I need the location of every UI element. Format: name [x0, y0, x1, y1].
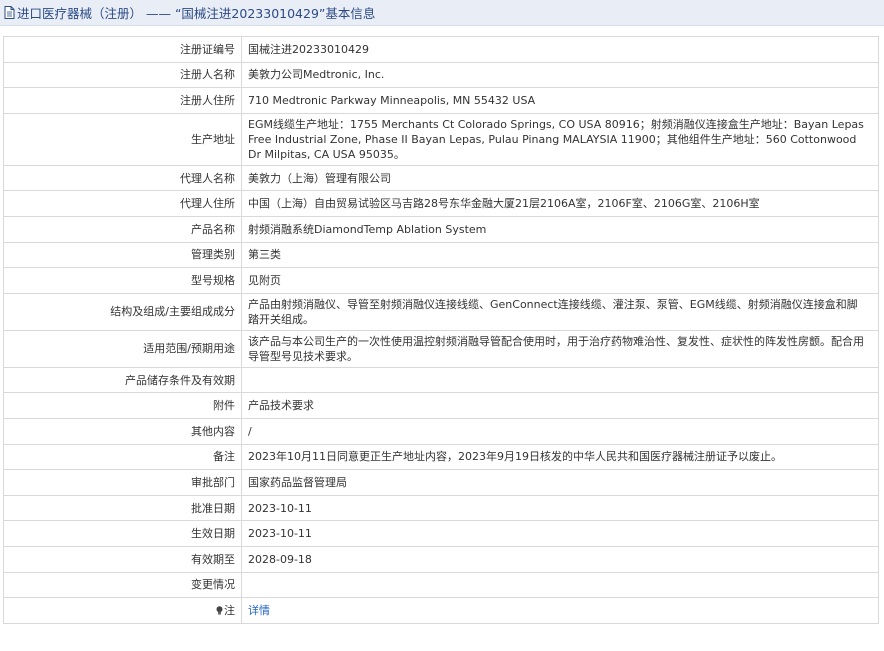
row-key: 代理人名称 — [3, 164, 242, 192]
row-key: 生效日期 — [3, 520, 242, 547]
table-row: 注册证编号 国械注进20233010429 — [3, 36, 879, 63]
row-key: 批准日期 — [3, 494, 242, 522]
row-value: 产品由射频消融仪、导管至射频消融仪连接线缆、GenConnect连接线缆、灌注泵… — [241, 292, 879, 331]
row-key: 注册证编号 — [3, 36, 242, 63]
row-key: 变更情况 — [3, 571, 242, 599]
row-value: 710 Medtronic Parkway Minneapolis, MN 55… — [241, 87, 879, 114]
row-key: 注册人名称 — [3, 61, 242, 89]
table-row: 变更情况 — [3, 571, 879, 599]
row-value: 第三类 — [241, 241, 879, 269]
table-row: 有效期至 2028-09-18 — [3, 545, 879, 573]
table-row: 附件 产品技术要求 — [3, 392, 879, 419]
row-key: 型号规格 — [3, 267, 242, 294]
row-key: 代理人住所 — [3, 190, 242, 217]
row-value: 详情 — [241, 597, 879, 624]
row-key: 产品名称 — [3, 215, 242, 243]
page-title: 进口医疗器械（注册） —— “国械注进20233010429”基本信息 — [17, 6, 376, 21]
row-value: / — [241, 417, 879, 445]
table-row: 产品储存条件及有效期 — [3, 366, 879, 394]
table-row: 型号规格 见附页 — [3, 267, 879, 294]
row-key: 产品储存条件及有效期 — [3, 366, 242, 394]
table-row: 生效日期 2023-10-11 — [3, 520, 879, 547]
row-value: 美敦力（上海）管理有限公司 — [241, 164, 879, 192]
row-key: 适用范围/预期用途 — [3, 329, 242, 368]
row-key: 有效期至 — [3, 545, 242, 573]
table-row: 批准日期 2023-10-11 — [3, 494, 879, 522]
row-value: 国家药品监督管理局 — [241, 469, 879, 496]
row-value — [241, 571, 879, 599]
lightbulb-icon — [216, 606, 223, 615]
table-row: 管理类别 第三类 — [3, 241, 879, 269]
table-row: 结构及组成/主要组成成分 产品由射频消融仪、导管至射频消融仪连接线缆、GenCon… — [3, 292, 879, 331]
row-key: 生产地址 — [3, 112, 242, 166]
row-value: 美敦力公司Medtronic, Inc. — [241, 61, 879, 89]
row-value: 2023年10月11日同意更正生产地址内容，2023年9月19日核发的中华人民共… — [241, 443, 879, 471]
row-value: 国械注进20233010429 — [241, 36, 879, 63]
row-key: 注册人住所 — [3, 87, 242, 114]
table-row: 备注 2023年10月11日同意更正生产地址内容，2023年9月19日核发的中华人… — [3, 443, 879, 471]
row-key: 管理类别 — [3, 241, 242, 269]
row-value: 2023-10-11 — [241, 494, 879, 522]
row-key: 注 — [3, 597, 242, 624]
table-row: 其他内容 / — [3, 417, 879, 445]
table-row: 代理人名称 美敦力（上海）管理有限公司 — [3, 164, 879, 192]
row-key: 审批部门 — [3, 469, 242, 496]
document-icon — [4, 6, 15, 19]
table-row: 产品名称 射频消融系统DiamondTemp Ablation System — [3, 215, 879, 243]
table-row: 审批部门 国家药品监督管理局 — [3, 469, 879, 496]
row-value: 射频消融系统DiamondTemp Ablation System — [241, 215, 879, 243]
row-key: 附件 — [3, 392, 242, 419]
info-table: 注册证编号 国械注进20233010429 注册人名称 美敦力公司Medtronic,… — [3, 36, 879, 624]
row-value: 该产品与本公司生产的一次性使用温控射频消融导管配合使用时，用于治疗药物难治性、复… — [241, 329, 879, 368]
table-row: 注册人住所 710 Medtronic Parkway Minneapolis, … — [3, 87, 879, 114]
row-value: 中国（上海）自由贸易试验区马吉路28号东华金融大厦21层2106A室，2106F… — [241, 190, 879, 217]
row-value: 产品技术要求 — [241, 392, 879, 419]
row-value: 2023-10-11 — [241, 520, 879, 547]
row-key: 其他内容 — [3, 417, 242, 445]
row-value: EGM线缆生产地址：1755 Merchants Ct Colorado Spr… — [241, 112, 879, 166]
table-row: 适用范围/预期用途 该产品与本公司生产的一次性使用温控射频消融导管配合使用时，用于… — [3, 329, 879, 368]
table-row: 注册人名称 美敦力公司Medtronic, Inc. — [3, 61, 879, 89]
row-value: 2028-09-18 — [241, 545, 879, 573]
row-value — [241, 366, 879, 394]
table-row-note: 注 详情 — [3, 597, 879, 624]
table-row: 生产地址 EGM线缆生产地址：1755 Merchants Ct Colorado… — [3, 112, 879, 166]
row-key: 结构及组成/主要组成成分 — [3, 292, 242, 331]
row-key: 备注 — [3, 443, 242, 471]
page-header: 进口医疗器械（注册） —— “国械注进20233010429”基本信息 — [0, 0, 884, 26]
details-link[interactable]: 详情 — [248, 604, 270, 617]
table-row: 代理人住所 中国（上海）自由贸易试验区马吉路28号东华金融大厦21层2106A室，… — [3, 190, 879, 217]
row-value: 见附页 — [241, 267, 879, 294]
